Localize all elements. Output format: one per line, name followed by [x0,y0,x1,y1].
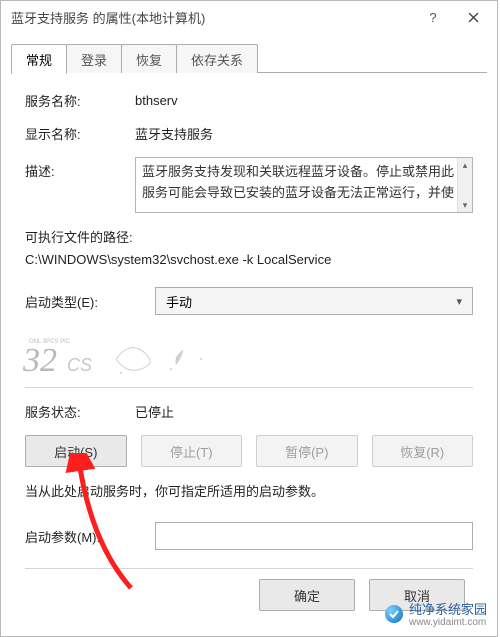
svg-text:32: 32 [22,342,57,379]
brand-logo-icon [385,605,403,623]
window-title: 蓝牙支持服务 的属性(本地计算机) [11,8,413,27]
tab-logon[interactable]: 登录 [66,44,122,73]
service-name-label: 服务名称: [25,91,135,110]
display-name-value: 蓝牙支持服务 [135,124,473,143]
titlebar: 蓝牙支持服务 的属性(本地计算机) ? [1,1,497,33]
tab-general[interactable]: 常规 [11,44,67,74]
start-params-label: 启动参数(M): [25,527,155,546]
ok-button[interactable]: 确定 [259,579,355,611]
start-button[interactable]: 启动(S) [25,435,127,467]
help-button[interactable]: ? [413,3,453,31]
svg-text:CS: CS [67,355,92,375]
window-controls: ? [413,3,493,31]
pause-button: 暂停(P) [256,435,358,467]
tab-recovery[interactable]: 恢复 [121,44,177,73]
service-name-value: bthserv [135,93,473,108]
brand-name: 纯净系统家园 [409,602,487,617]
description-text: 蓝牙服务支持发现和关联远程蓝牙设备。停止或禁用此服务可能会导致已安装的蓝牙设备无… [142,162,455,208]
scroll-up-icon[interactable]: ▴ [458,158,472,172]
description-box[interactable]: 蓝牙服务支持发现和关联远程蓝牙设备。停止或禁用此服务可能会导致已安装的蓝牙设备无… [135,157,473,213]
startup-type-label: 启动类型(E): [25,292,155,311]
startup-note: 当从此处启动服务时，你可指定所适用的启动参数。 [25,481,473,500]
executable-path-label: 可执行文件的路径: [25,227,473,249]
service-control-buttons: 启动(S) 停止(T) 暂停(P) 恢复(R) [25,435,473,467]
service-status-label: 服务状态: [25,402,135,421]
tab-strip: 常规 登录 恢复 依存关系 [1,33,497,73]
brand-watermark: 纯净系统家园 www.yidaimt.com [385,599,487,628]
description-scrollbar[interactable]: ▴ ▾ [457,158,472,212]
tab-dependencies[interactable]: 依存关系 [176,44,258,73]
scroll-down-icon[interactable]: ▾ [458,198,472,212]
close-icon [468,12,479,23]
close-button[interactable] [453,3,493,31]
watermark: ONL 3PCS PIC 32 CS [21,329,473,383]
chevron-down-icon: ▾ [456,295,462,308]
description-label: 描述: [25,157,135,180]
resume-button: 恢复(R) [372,435,474,467]
start-params-input[interactable] [155,522,473,550]
startup-type-value: 手动 [166,292,192,311]
display-name-label: 显示名称: [25,124,135,143]
dialog-separator [25,568,473,569]
stop-button: 停止(T) [141,435,243,467]
startup-type-select[interactable]: 手动 ▾ [155,287,473,315]
executable-path-value: C:\WINDOWS\system32\svchost.exe -k Local… [25,249,473,271]
properties-dialog: 蓝牙支持服务 的属性(本地计算机) ? 常规 登录 恢复 依存关系 服务名称: … [0,0,498,637]
executable-path-block: 可执行文件的路径: C:\WINDOWS\system32\svchost.ex… [25,227,473,271]
brand-url: www.yidaimt.com [409,618,487,628]
separator [25,387,473,388]
service-status-value: 已停止 [135,402,473,421]
tab-content: 服务名称: bthserv 显示名称: 蓝牙支持服务 描述: 蓝牙服务支持发现和… [1,73,497,621]
